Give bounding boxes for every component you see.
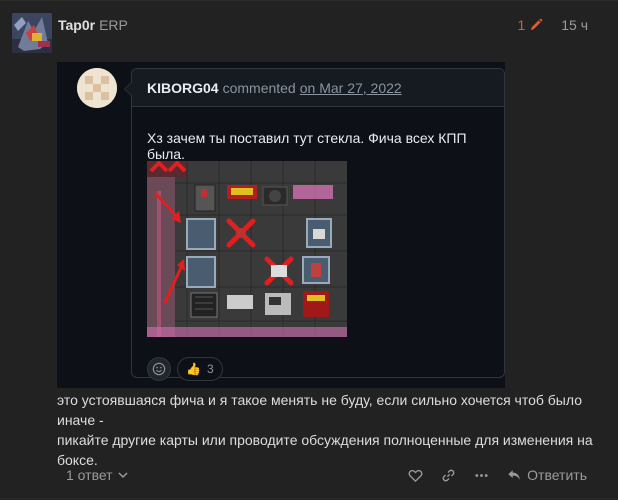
heart-icon bbox=[408, 469, 423, 482]
game-screenshot[interactable] bbox=[147, 161, 347, 337]
post-meta: 1 15 ч bbox=[517, 16, 588, 34]
comment-box: KIBORG04 commented on Mar 27, 2022 Хз за… bbox=[124, 68, 505, 381]
comment-header: KIBORG04 commented on Mar 27, 2022 bbox=[132, 69, 504, 107]
reply-icon bbox=[508, 470, 520, 480]
user-group[interactable]: ERP bbox=[99, 17, 128, 33]
comment-text: Хз зачем ты поставил тут стекла. Фича вс… bbox=[147, 130, 467, 162]
chevron-down-icon bbox=[118, 472, 128, 479]
like-button[interactable] bbox=[408, 468, 423, 483]
more-button[interactable] bbox=[474, 468, 489, 483]
reply-label: Ответить bbox=[527, 467, 587, 483]
reactions-bar: 👍 3 bbox=[147, 357, 223, 381]
link-icon bbox=[442, 469, 455, 481]
edit-count[interactable]: 1 bbox=[517, 17, 525, 33]
comment-date-link[interactable]: on Mar 27, 2022 bbox=[300, 80, 402, 96]
replies-count-label: 1 ответ bbox=[66, 467, 113, 483]
post-controls: 1 ответ Ответить bbox=[57, 462, 602, 488]
smiley-icon bbox=[152, 362, 166, 376]
reaction-count: 3 bbox=[206, 362, 214, 376]
post-author: Tap0r ERP bbox=[58, 16, 128, 34]
post-actions: Ответить bbox=[408, 467, 602, 483]
forum-post: Tap0r ERP 1 15 ч KIBORG04 commented on M… bbox=[0, 0, 618, 500]
post-body-line-1: это устоявшаяся фича и я такое менять не… bbox=[57, 392, 582, 428]
reply-button[interactable]: Ответить bbox=[507, 467, 587, 483]
pencil-icon[interactable] bbox=[529, 18, 543, 32]
username[interactable]: Tap0r bbox=[58, 17, 95, 33]
commented-label: commented bbox=[222, 79, 296, 96]
top-divider bbox=[0, 0, 618, 1]
thumbs-up-emoji: 👍 bbox=[186, 362, 201, 376]
more-icon bbox=[475, 473, 488, 477]
post-date[interactable]: 15 ч bbox=[561, 17, 588, 33]
commenter-name[interactable]: KIBORG04 bbox=[147, 80, 219, 96]
copy-link-button[interactable] bbox=[441, 468, 456, 483]
bottom-divider bbox=[0, 498, 618, 499]
commenter-avatar[interactable] bbox=[77, 68, 117, 108]
thumbs-up-reaction[interactable]: 👍 3 bbox=[177, 357, 223, 381]
github-comment-embed: KIBORG04 commented on Mar 27, 2022 Хз за… bbox=[57, 62, 505, 388]
show-replies-button[interactable]: 1 ответ bbox=[66, 467, 129, 483]
post-body: это устоявшаяся фича и я такое менять не… bbox=[57, 390, 602, 470]
user-avatar[interactable] bbox=[12, 13, 52, 53]
add-reaction-button[interactable] bbox=[147, 357, 171, 381]
